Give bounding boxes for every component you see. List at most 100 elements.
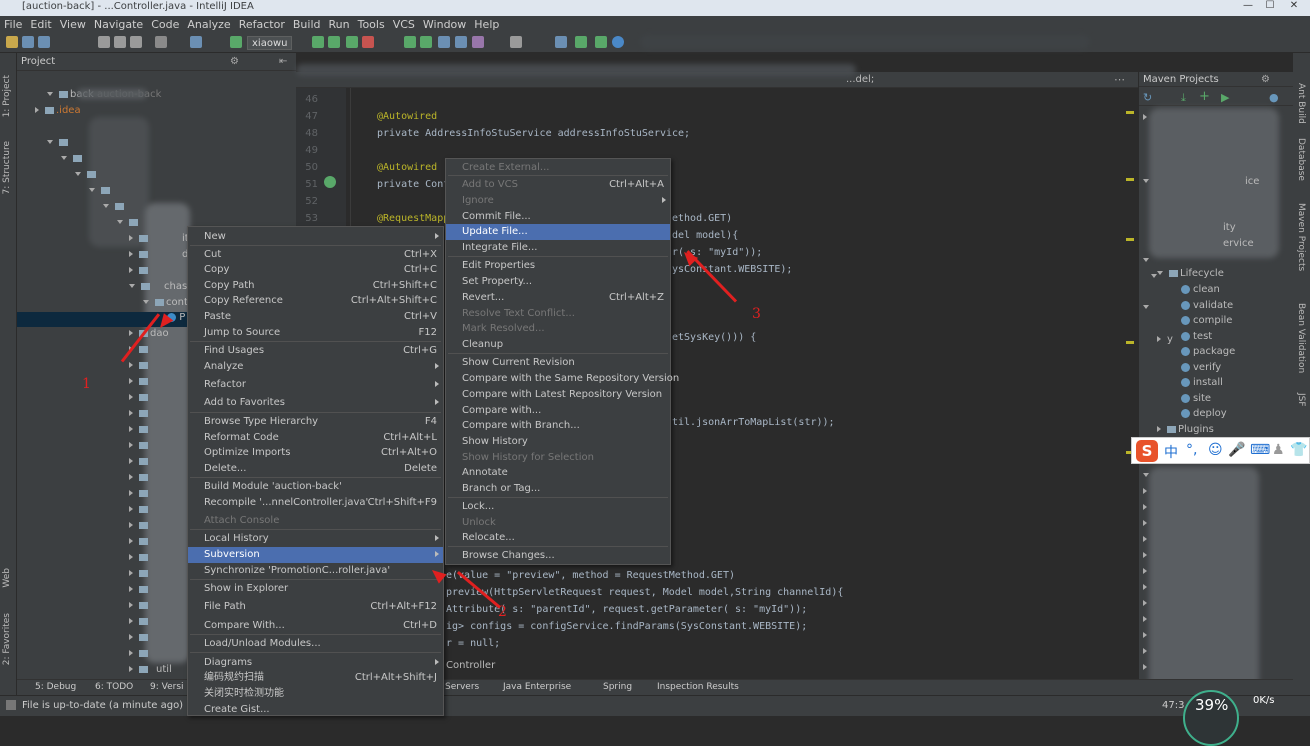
project-header-label[interactable]: Project	[21, 56, 55, 67]
menu-item-file[interactable]: File	[0, 16, 26, 33]
tree-row[interactable]: util	[129, 664, 172, 679]
svn_menu-item[interactable]: Compare with the Same Repository Version	[446, 371, 679, 387]
maven-row[interactable]	[1143, 646, 1153, 657]
database-tab[interactable]: Database	[1296, 138, 1306, 181]
tree-row[interactable]: cont	[143, 297, 188, 312]
maven-row[interactable]	[1143, 550, 1153, 561]
plugins-node[interactable]: Plugins	[1157, 424, 1214, 435]
build-icon[interactable]	[230, 36, 242, 48]
error-stripe[interactable]	[1126, 341, 1134, 344]
copy-icon[interactable]	[114, 36, 126, 48]
tree-row[interactable]: ity	[129, 233, 195, 248]
stop-icon[interactable]	[362, 36, 374, 48]
context_menu-item[interactable]: Refactor	[188, 377, 443, 393]
svn_menu-item[interactable]: Integrate File...	[446, 240, 670, 256]
tree-row[interactable]	[129, 536, 150, 551]
close-button[interactable]: ✕	[1284, 0, 1304, 14]
vcs-compare-icon[interactable]	[438, 36, 450, 48]
menu-item-analyze[interactable]: Analyze	[183, 16, 234, 33]
coverage-icon[interactable]	[346, 36, 358, 48]
sync-icon[interactable]	[38, 36, 50, 48]
run-config-select[interactable]: xiaowu	[247, 36, 293, 50]
svn_menu-item[interactable]: Branch or Tag...	[446, 481, 670, 497]
task-icon[interactable]	[595, 36, 607, 48]
menu-item-vcs[interactable]: VCS	[389, 16, 419, 33]
todo-tab[interactable]: 6: TODO	[95, 682, 133, 692]
context_menu-item[interactable]: Find Usages Ctrl+G	[188, 343, 443, 359]
svn_menu-item[interactable]: Show History	[446, 434, 670, 450]
svn_menu-item[interactable]: Cleanup	[446, 337, 670, 353]
context_menu-item[interactable]: Copy Ctrl+C	[188, 262, 443, 278]
maven-row[interactable]	[1143, 534, 1153, 545]
lifecycle-node[interactable]: Lifecycle	[1157, 268, 1224, 279]
terminal-icon[interactable]	[575, 36, 587, 48]
context_menu-item[interactable]: Compare With... Ctrl+D	[188, 618, 443, 634]
menu-item-tools[interactable]: Tools	[354, 16, 389, 33]
tree-row[interactable]	[129, 520, 150, 535]
help-icon[interactable]	[555, 36, 567, 48]
status-icon[interactable]	[6, 700, 16, 710]
tree-row[interactable]	[129, 552, 150, 567]
tree-row[interactable]	[103, 201, 126, 216]
context_menu-item[interactable]: Recompile '...nnelController.java' Ctrl+S…	[188, 495, 443, 511]
svn_menu-item[interactable]: Set Property...	[446, 274, 670, 290]
context_menu-item[interactable]: Subversion	[188, 547, 443, 563]
maven-row[interactable]	[1143, 255, 1155, 266]
context_menu-item[interactable]: Build Module 'auction-back'	[188, 479, 443, 495]
svn_menu-item[interactable]: Mark Resolved...	[446, 321, 670, 337]
menu-item-refactor[interactable]: Refactor	[235, 16, 289, 33]
debug-tab[interactable]: 5: Debug	[35, 682, 76, 692]
error-stripe[interactable]	[1126, 111, 1134, 114]
error-stripe[interactable]	[1126, 178, 1134, 181]
vcs-commit-icon[interactable]	[420, 36, 432, 48]
tree-row[interactable]	[129, 392, 150, 407]
emoji-icon[interactable]: ☺	[1208, 442, 1223, 458]
svn_menu-item[interactable]: Commit File...	[446, 209, 670, 225]
maven-row[interactable]	[1143, 582, 1153, 593]
svn_menu-item[interactable]: Create External...	[446, 160, 670, 176]
goal-deploy[interactable]: deploy	[1181, 408, 1227, 419]
sogou-logo-icon[interactable]: S	[1136, 440, 1158, 462]
open-icon[interactable]	[6, 36, 18, 48]
add-icon[interactable]: +	[1199, 89, 1210, 104]
tree-row[interactable]	[129, 632, 150, 647]
context_menu-item[interactable]: New	[188, 229, 443, 245]
tree-row[interactable]	[129, 600, 150, 615]
svn_menu-item[interactable]: Compare with Branch...	[446, 418, 670, 434]
context_menu-item[interactable]: Reformat Code Ctrl+Alt+L	[188, 430, 443, 446]
reimport-icon[interactable]: ↻	[1143, 91, 1152, 104]
context_menu-item[interactable]: Attach Console	[188, 513, 443, 529]
context_menu-item[interactable]: 关闭实时检测功能	[188, 686, 443, 702]
inspection-results-tab[interactable]: Inspection Results	[657, 682, 739, 692]
find-icon[interactable]	[155, 36, 167, 48]
svn_menu-item[interactable]: Compare with...	[446, 403, 670, 419]
skin-icon[interactable]: 👕	[1290, 442, 1307, 458]
structure-tool-tab[interactable]: 7: Structure	[2, 141, 12, 195]
goal-site[interactable]: site	[1181, 393, 1211, 404]
paste-icon[interactable]	[130, 36, 142, 48]
version-control-tab[interactable]: 9: Versi	[150, 682, 184, 692]
menu-item-code[interactable]: Code	[147, 16, 183, 33]
maven-row[interactable]	[1143, 486, 1153, 497]
spring-tab[interactable]: Spring	[603, 682, 632, 692]
tree-row[interactable]	[129, 584, 150, 599]
context_menu-item[interactable]: Diagrams	[188, 655, 443, 671]
goal-test[interactable]: test	[1181, 331, 1212, 342]
goal-clean[interactable]: clean	[1181, 284, 1220, 295]
cursor-position[interactable]: 47:3	[1162, 700, 1184, 711]
maven-row[interactable]	[1143, 518, 1153, 529]
tree-row[interactable]	[129, 488, 150, 503]
tree-row[interactable]	[117, 217, 140, 232]
voice-icon[interactable]: 🎤	[1228, 442, 1245, 458]
tree-row[interactable]	[89, 185, 112, 200]
run-goal-icon[interactable]: ▶	[1221, 91, 1229, 104]
settings-gear-icon[interactable]: ⚙	[230, 53, 239, 71]
maven-projects-tab[interactable]: Maven Projects	[1296, 203, 1306, 271]
tree-row[interactable]	[61, 153, 84, 168]
maven-row[interactable]	[1143, 566, 1153, 577]
maven-settings-icon[interactable]: ⚙	[1261, 72, 1270, 87]
run-icon[interactable]	[312, 36, 324, 48]
vcs-revert-icon[interactable]	[472, 36, 484, 48]
tree-row[interactable]	[129, 504, 150, 519]
execute-icon[interactable]: ●	[1269, 91, 1279, 104]
